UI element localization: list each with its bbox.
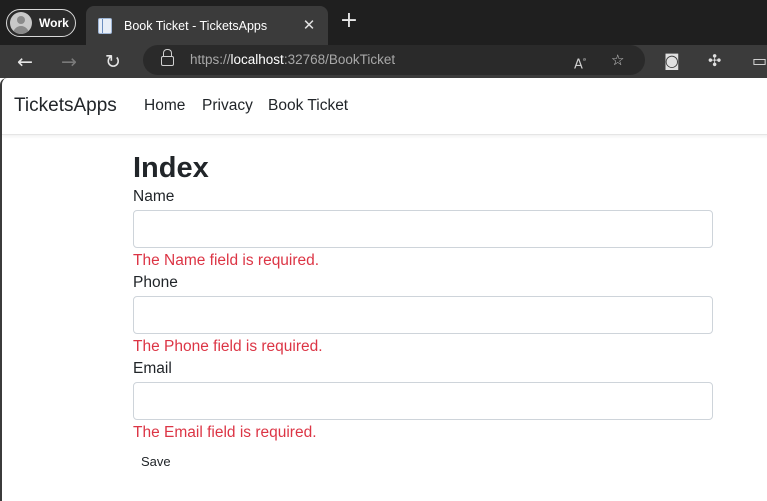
page-viewport: TicketsApps Home Privacy Book Ticket Ind… bbox=[0, 78, 767, 501]
back-icon[interactable]: ← bbox=[12, 49, 38, 75]
name-error: The Name field is required. bbox=[133, 252, 320, 269]
nav-privacy-link[interactable]: Privacy bbox=[202, 97, 253, 115]
url-text[interactable]: https://localhost:32768/BookTicket bbox=[190, 52, 395, 67]
profile-button[interactable]: Work bbox=[6, 9, 76, 37]
phone-error: The Phone field is required. bbox=[133, 338, 323, 355]
phone-label: Phone bbox=[133, 274, 178, 291]
name-group: Name The Name field is required. bbox=[133, 187, 715, 271]
avatar bbox=[10, 12, 32, 34]
phone-group: Phone The Phone field is required. bbox=[133, 273, 715, 357]
url-path: :32768/BookTicket bbox=[283, 52, 396, 67]
profile-label: Work bbox=[39, 16, 69, 30]
name-label: Name bbox=[133, 188, 175, 205]
extensions-icon[interactable]: ✣ bbox=[708, 50, 721, 72]
forward-icon[interactable]: → bbox=[56, 49, 82, 75]
favorite-icon[interactable]: ☆ bbox=[611, 51, 624, 69]
phone-input[interactable] bbox=[133, 296, 713, 334]
book-ticket-form: Index Name The Name field is required. P… bbox=[133, 151, 715, 470]
browser-tab-active[interactable]: Book Ticket - TicketsApps ✕ bbox=[86, 6, 328, 45]
brand-link[interactable]: TicketsApps bbox=[14, 95, 117, 117]
book-icon bbox=[98, 17, 112, 34]
email-error: The Email field is required. bbox=[133, 424, 317, 441]
browser-tab-strip: Work Book Ticket - TicketsApps ✕ + bbox=[0, 0, 767, 45]
browser-toolbar: ← → ↻ https://localhost:32768/BookTicket… bbox=[0, 45, 767, 78]
read-aloud-icon[interactable]: Aᵃ bbox=[574, 52, 586, 74]
tab-title: Book Ticket - TicketsApps bbox=[124, 18, 268, 33]
page-title: Index bbox=[133, 152, 209, 184]
save-button[interactable]: Save bbox=[141, 454, 171, 469]
nav-book-ticket-link[interactable]: Book Ticket bbox=[268, 97, 348, 115]
email-label: Email bbox=[133, 360, 172, 377]
site-navbar: TicketsApps Home Privacy Book Ticket bbox=[2, 78, 767, 135]
address-bar[interactable]: https://localhost:32768/BookTicket Aᵃ ☆ bbox=[143, 45, 645, 75]
email-input[interactable] bbox=[133, 382, 713, 420]
split-screen-icon[interactable]: ▭ bbox=[752, 50, 767, 72]
name-input[interactable] bbox=[133, 210, 713, 248]
camera-icon[interactable]: ◙ bbox=[664, 50, 680, 72]
new-tab-icon[interactable]: + bbox=[337, 10, 361, 34]
lock-icon[interactable] bbox=[161, 49, 174, 66]
url-scheme: https:// bbox=[190, 52, 231, 67]
close-icon[interactable]: ✕ bbox=[300, 16, 318, 34]
email-group: Email The Email field is required. bbox=[133, 359, 715, 443]
refresh-icon[interactable]: ↻ bbox=[100, 49, 126, 75]
nav-home-link[interactable]: Home bbox=[144, 97, 185, 115]
url-host: localhost bbox=[230, 52, 284, 67]
